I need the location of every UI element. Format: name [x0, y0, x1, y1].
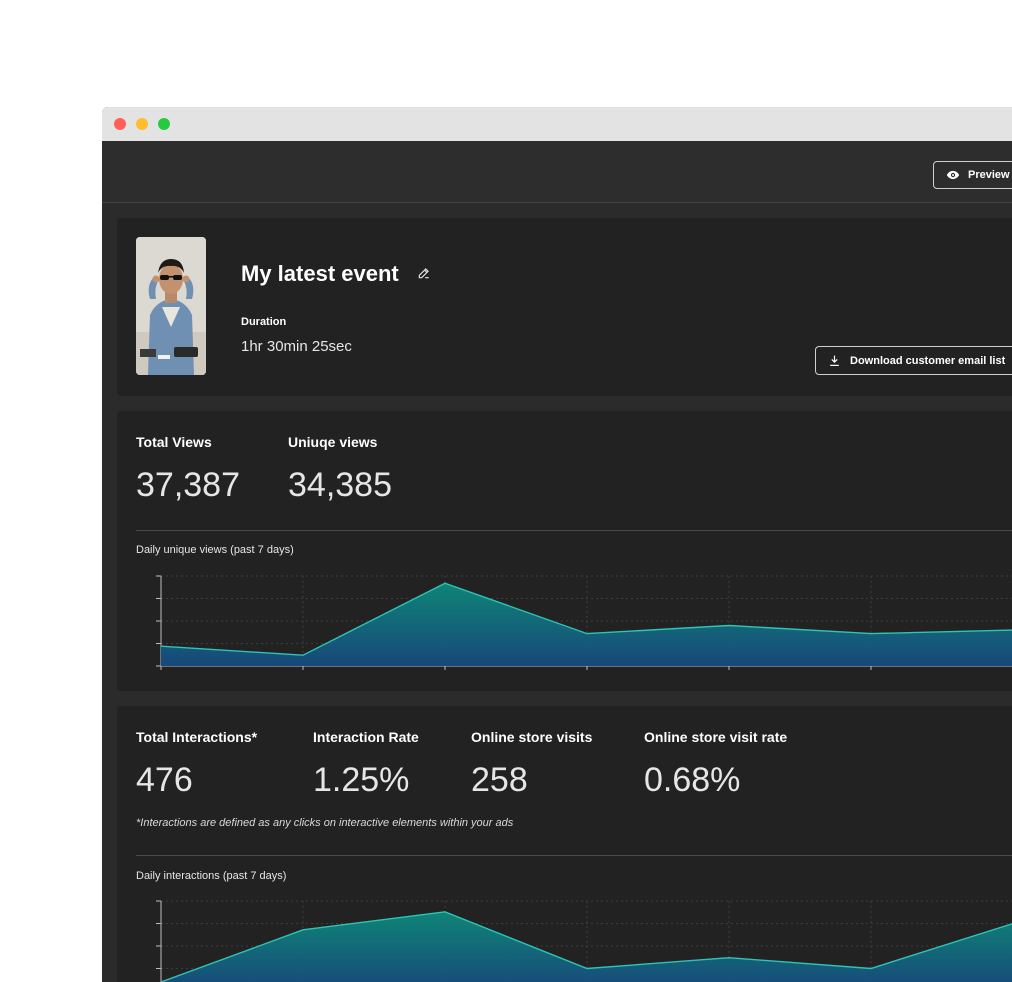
store-visits-label: Online store visits: [471, 729, 593, 745]
duration-value: 1hr 30min 25sec: [241, 338, 352, 355]
store-visit-rate-label: Online store visit rate: [644, 729, 788, 745]
interaction-rate-value: 1.25%: [313, 761, 410, 799]
preview-button[interactable]: Preview: [933, 161, 1012, 189]
interactions-card: Total Interactions* 476 Interaction Rate…: [117, 706, 1012, 982]
views-card: Total Views 37,387 Uniuqe views 34,385 D…: [117, 411, 1012, 691]
download-icon: [830, 355, 839, 366]
preview-button-label: Preview: [968, 169, 1010, 181]
window-titlebar: [102, 107, 1012, 141]
eye-icon: [946, 170, 960, 180]
download-button-label: Download customer email list: [850, 354, 1006, 367]
store-visits-value: 258: [471, 761, 528, 799]
interactions-chart-title: Daily interactions (past 7 days): [136, 870, 287, 882]
event-title: My latest event: [241, 261, 399, 286]
person-photo: [136, 237, 206, 375]
total-interactions-value: 476: [136, 761, 193, 799]
interaction-rate-label: Interaction Rate: [313, 729, 419, 745]
unique-views-chart: [156, 575, 1012, 670]
top-toolbar: Preview: [102, 141, 1012, 203]
maximize-window-button[interactable]: [158, 118, 170, 130]
unique-views-chart-title: Daily unique views (past 7 days): [136, 544, 294, 556]
total-interactions-label: Total Interactions*: [136, 729, 258, 745]
unique-views-value: 34,385: [288, 466, 392, 504]
edit-icon[interactable]: [417, 266, 431, 280]
total-views-label: Total Views: [136, 434, 212, 450]
close-window-button[interactable]: [114, 118, 126, 130]
event-thumbnail[interactable]: [136, 237, 206, 375]
views-divider: [136, 530, 1012, 531]
series-area: [161, 583, 1012, 666]
interactions-footnote: *Interactions are defined as any clicks …: [136, 817, 514, 829]
unique-views-label: Uniuqe views: [288, 434, 378, 450]
interactions-divider: [136, 855, 1012, 856]
interactions-chart: [156, 900, 1012, 982]
minimize-window-button[interactable]: [136, 118, 148, 130]
store-visit-rate-value: 0.68%: [644, 761, 741, 799]
app-window: Preview My latest event Duration 1hr 30m…: [102, 107, 1012, 982]
event-card: My latest event Duration 1hr 30min 25sec…: [117, 218, 1012, 396]
total-views-value: 37,387: [136, 466, 240, 504]
duration-label: Duration: [241, 316, 287, 328]
download-email-list-button[interactable]: Download customer email list: [815, 346, 1012, 375]
